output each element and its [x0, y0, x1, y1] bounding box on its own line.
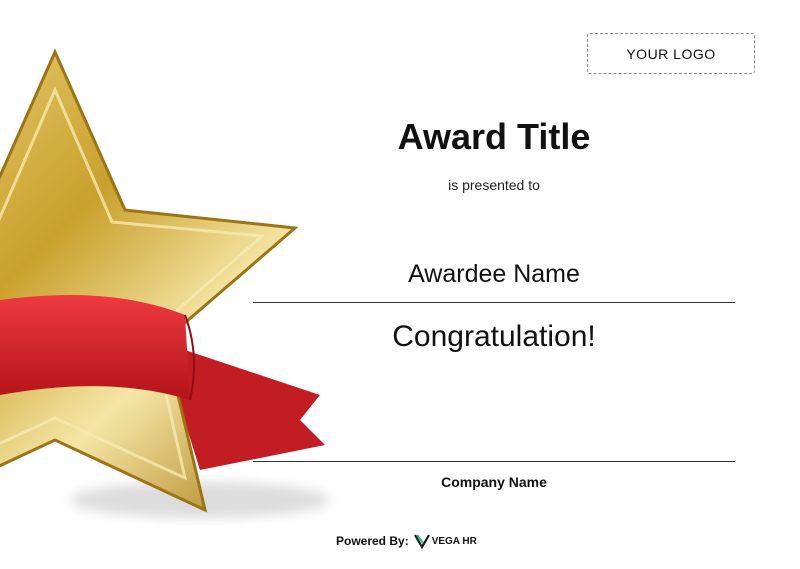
- awardee-name: Awardee Name: [408, 260, 580, 288]
- award-title: Award Title: [397, 116, 591, 157]
- signature-line: [253, 461, 735, 462]
- certificate: YOUR LOGO Award Title is presented to Aw…: [0, 0, 800, 569]
- awardee-underline: [253, 302, 735, 303]
- vega-hr-label: VEGA HR: [431, 535, 477, 547]
- congratulation-message: Congratulation!: [392, 320, 596, 353]
- vega-hr-brand[interactable]: VEGA HR: [413, 533, 477, 549]
- company-name: Company Name: [441, 474, 547, 490]
- logo-placeholder[interactable]: YOUR LOGO: [587, 33, 755, 74]
- vega-hr-logo-icon: [413, 534, 430, 549]
- powered-by-label: Powered By:: [336, 534, 409, 548]
- logo-label: YOUR LOGO: [626, 45, 716, 62]
- presented-to-text: is presented to: [448, 177, 540, 193]
- powered-by: Powered By: VEGA HR: [336, 530, 477, 552]
